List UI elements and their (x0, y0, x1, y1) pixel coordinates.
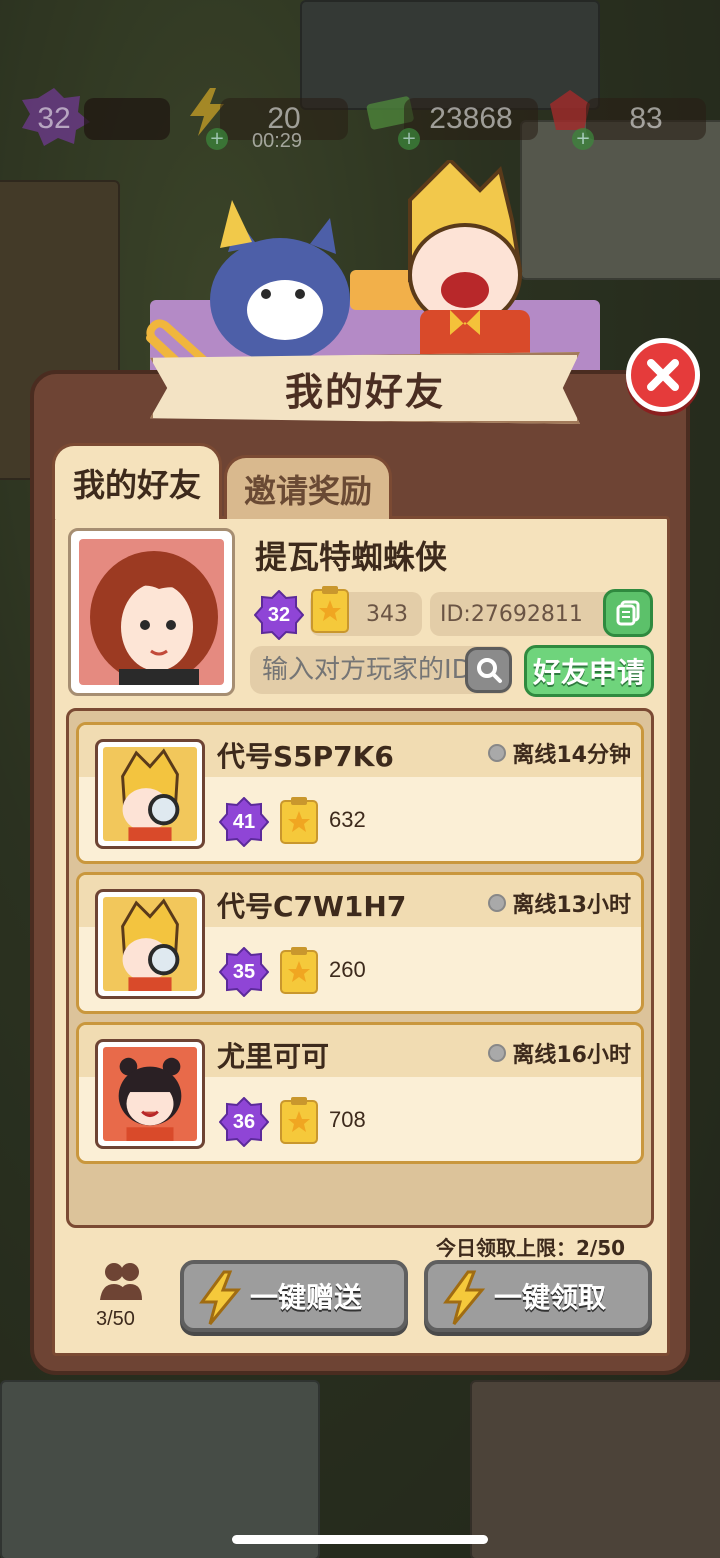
my-id-pill: ID:27692811 (430, 592, 620, 636)
search-icon (476, 658, 502, 683)
gem-value: 83 (586, 98, 706, 140)
detective-avatar-icon (121, 748, 180, 841)
friend-level: 36 (232, 1110, 256, 1133)
energy-timer: 00:29 (252, 130, 303, 152)
friend-count: 3/50 (96, 1308, 135, 1330)
my-player-name: 提瓦特蜘蛛侠 (255, 538, 448, 576)
friends-icon (98, 1260, 144, 1302)
star-card-icon (310, 586, 350, 634)
daily-claim-limit: 今日领取上限：2/50 (436, 1236, 626, 1260)
close-icon (647, 359, 679, 391)
friend-status: 离线14分钟 (488, 737, 631, 769)
search-button[interactable] (465, 647, 512, 693)
close-button[interactable] (626, 338, 700, 412)
claim-all-button[interactable]: 一键领取 (424, 1260, 652, 1332)
friend-stars: 260 (329, 957, 366, 982)
friend-request-button[interactable]: 好友申请 (524, 645, 654, 697)
tab-my-friends[interactable]: 我的好友 (52, 443, 222, 519)
friend-status-text: 离线14分钟 (512, 743, 631, 768)
offline-dot-icon (488, 894, 507, 912)
claim-all-label: 一键领取 (493, 1281, 606, 1314)
send-all-button[interactable]: 一键赠送 (180, 1260, 408, 1332)
copy-icon (616, 600, 640, 626)
friend-level-badge: 41 (218, 796, 270, 848)
friend-status-text: 离线16小时 (512, 1043, 631, 1068)
player-level: 32 (37, 102, 71, 135)
friend-stars: 708 (329, 1107, 366, 1132)
energy-bolt-icon (199, 1270, 242, 1325)
cash-value: 23868 (404, 98, 538, 140)
friend-status-text: 离线13小时 (512, 893, 631, 918)
avatar-portrait-icon (90, 551, 218, 685)
friend-row[interactable]: 代号C7W1H7 离线13小时 35 260 (76, 872, 644, 1014)
add-energy-button[interactable]: + (206, 128, 228, 150)
my-stars: 343 (366, 601, 408, 627)
friend-level-badge: 36 (218, 1096, 270, 1148)
offline-dot-icon (488, 1044, 507, 1062)
friend-avatar[interactable] (95, 739, 205, 849)
friend-stars: 632 (329, 807, 366, 832)
xp-bar (84, 98, 170, 140)
star-card-icon (279, 947, 319, 995)
dialog-title: 我的好友 (284, 369, 445, 414)
star-card-icon (279, 1097, 319, 1145)
friend-level: 41 (232, 810, 256, 833)
friend-avatar[interactable] (95, 1039, 205, 1149)
detective-avatar-icon (121, 898, 180, 991)
friend-name: 代号C7W1H7 (217, 890, 407, 923)
friend-avatar[interactable] (95, 889, 205, 999)
girl-avatar-icon (118, 1057, 182, 1141)
title-banner: 我的好友 (150, 352, 580, 424)
my-avatar[interactable] (68, 528, 235, 696)
friend-level-badge: 35 (218, 946, 270, 998)
friend-name: 代号S5P7K6 (217, 740, 394, 773)
add-cash-button[interactable]: + (398, 128, 420, 150)
offline-dot-icon (488, 744, 507, 762)
tab-invite-rewards[interactable]: 邀请奖励 (224, 455, 392, 519)
my-level: 32 (267, 603, 291, 626)
send-all-label: 一键赠送 (249, 1281, 362, 1314)
my-player-id: ID:27692811 (440, 601, 583, 627)
copy-id-button[interactable] (603, 589, 653, 637)
friend-level: 35 (232, 960, 256, 983)
energy-bolt-icon (443, 1270, 486, 1325)
home-indicator[interactable] (232, 1535, 488, 1544)
add-gem-button[interactable]: + (572, 128, 594, 150)
friend-row[interactable]: 代号S5P7K6 离线14分钟 41 632 (76, 722, 644, 864)
friend-name: 尤里可可 (217, 1040, 330, 1073)
friend-status: 离线16小时 (488, 1037, 631, 1069)
star-card-icon (279, 797, 319, 845)
friend-status: 离线13小时 (488, 887, 631, 919)
my-level-badge: 32 (253, 589, 305, 641)
friend-row[interactable]: 尤里可可 离线16小时 36 708 (76, 1022, 644, 1164)
